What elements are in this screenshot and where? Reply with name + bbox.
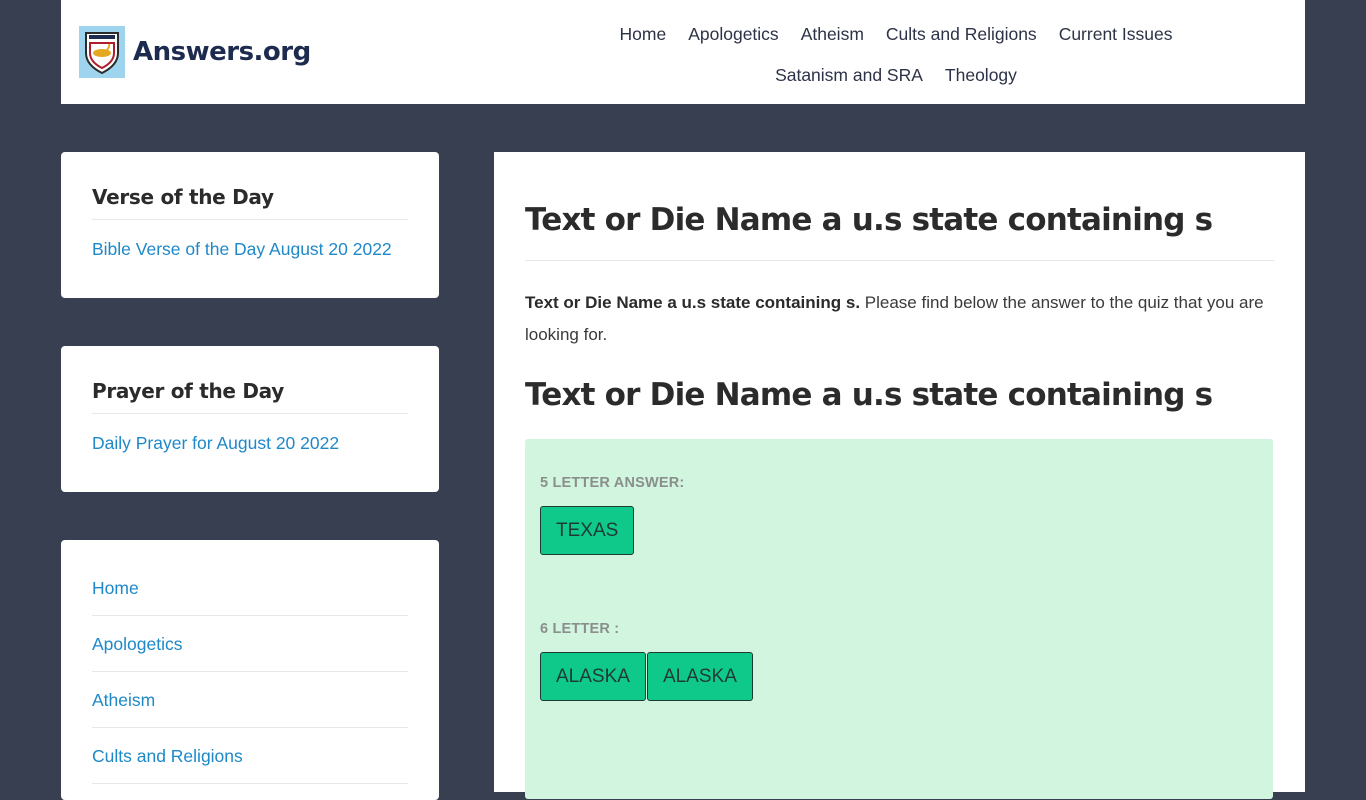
nav-atheism[interactable]: Atheism: [790, 14, 875, 55]
verse-of-the-day-widget: Verse of the Day Bible Verse of the Day …: [61, 152, 439, 298]
answer-row: ALASKA ALASKA: [540, 652, 1258, 701]
answer-row: TEXAS: [540, 506, 1258, 555]
answer-label: 6 LETTER :: [540, 621, 620, 637]
answer-tile: ALASKA: [646, 652, 753, 701]
verse-link[interactable]: Bible Verse of the Day August 20 2022: [92, 239, 408, 260]
page-title: Text or Die Name a u.s state containing …: [525, 202, 1274, 261]
prayer-widget-title: Prayer of the Day: [92, 379, 408, 414]
sidebar-item-apologetics[interactable]: Apologetics: [92, 616, 408, 672]
answer-group-5-letter: 5 LETTER ANSWER: TEXAS: [540, 475, 1258, 555]
intro-bold: Text or Die Name a u.s state containing …: [525, 293, 861, 312]
nav-satanism-and-sra[interactable]: Satanism and SRA: [764, 55, 934, 96]
nav-home[interactable]: Home: [609, 14, 678, 55]
prayer-of-the-day-widget: Prayer of the Day Daily Prayer for Augus…: [61, 346, 439, 492]
intro-paragraph: Text or Die Name a u.s state containing …: [525, 287, 1274, 351]
answer-box: 5 LETTER ANSWER: TEXAS 6 LETTER : ALASKA…: [525, 439, 1273, 799]
site-logo[interactable]: Answers.org: [79, 26, 311, 78]
sidebar-item-cults-and-religions[interactable]: Cults and Religions: [92, 728, 408, 784]
answer-tile: TEXAS: [540, 506, 635, 555]
sidebar-menu: Home Apologetics Atheism Cults and Relig…: [92, 560, 408, 784]
main-nav: Home Apologetics Atheism Cults and Relig…: [526, 14, 1266, 96]
sidebar-menu-widget: Home Apologetics Atheism Cults and Relig…: [61, 540, 439, 800]
site-logo-text: Answers.org: [133, 37, 311, 67]
nav-theology[interactable]: Theology: [934, 55, 1028, 96]
answer-group-6-letter: 6 LETTER : ALASKA ALASKA: [540, 621, 1258, 701]
nav-current-issues[interactable]: Current Issues: [1048, 14, 1184, 55]
answer-label: 5 LETTER ANSWER:: [540, 475, 685, 491]
prayer-link[interactable]: Daily Prayer for August 20 2022: [92, 433, 408, 454]
nav-apologetics[interactable]: Apologetics: [677, 14, 789, 55]
sidebar-item-home[interactable]: Home: [92, 560, 408, 616]
verse-widget-title: Verse of the Day: [92, 185, 408, 220]
section-heading: Text or Die Name a u.s state containing …: [525, 377, 1213, 413]
answer-tile: ALASKA: [540, 652, 646, 701]
site-header: Answers.org Home Apologetics Atheism Cul…: [61, 0, 1305, 104]
main-article: Text or Die Name a u.s state containing …: [494, 152, 1305, 799]
nav-cults-and-religions[interactable]: Cults and Religions: [875, 14, 1048, 55]
shield-lamp-icon: [79, 26, 125, 78]
sidebar-item-atheism[interactable]: Atheism: [92, 672, 408, 728]
